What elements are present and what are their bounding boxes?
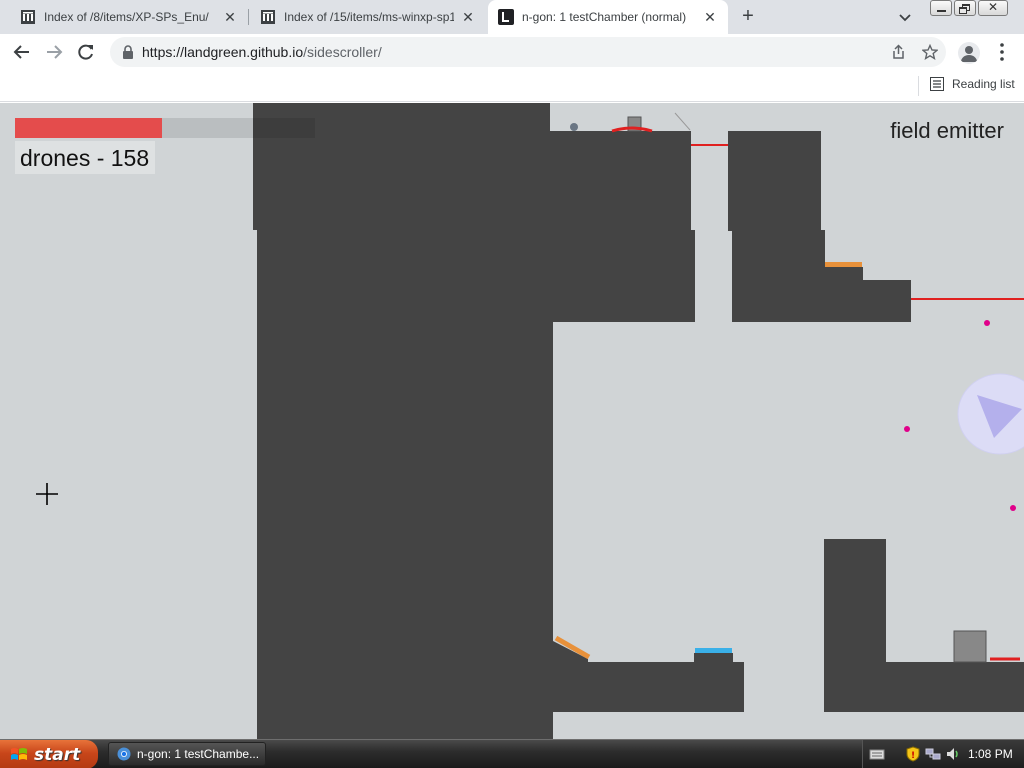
star-icon[interactable] — [922, 44, 938, 60]
close-icon[interactable]: ✕ — [702, 9, 718, 25]
health-bar-fill — [15, 118, 162, 138]
drone — [1010, 505, 1016, 511]
game-canvas[interactable]: drones - 158 field emitter — [0, 103, 1024, 739]
bookmarks-bar: Reading list — [0, 70, 1024, 102]
archive-icon — [260, 9, 276, 25]
game-overlay — [553, 112, 1024, 663]
start-button[interactable]: start — [0, 740, 98, 768]
url-text: https://landgreen.github.io/sidescroller… — [142, 37, 382, 67]
back-icon[interactable] — [12, 42, 32, 62]
crosshair-icon — [36, 483, 58, 505]
window-controls: ✕ — [928, 0, 1008, 16]
blue-pad — [695, 648, 732, 653]
ammo-readout: drones - 158 — [15, 141, 156, 174]
url-path: /sidescroller/ — [303, 44, 382, 60]
drone — [984, 320, 990, 326]
tab-strip: Index of /8/items/XP-SPs_Enu/ ✕ Index of… — [0, 0, 1024, 34]
close-icon[interactable]: ✕ — [460, 9, 476, 25]
restore-button[interactable] — [954, 0, 976, 16]
clock: 1:08 PM — [968, 747, 1013, 761]
taskbar: start n-gon: 1 testChambe... ! 1:08 PM — [0, 739, 1024, 768]
gray-block-right — [953, 630, 987, 663]
tab-title: Index of /15/items/ms-winxp-sp1-1( — [284, 10, 454, 24]
lock-icon[interactable] — [122, 45, 134, 59]
chrome-icon — [117, 747, 131, 761]
tab-winxp-sp1[interactable]: Index of /15/items/ms-winxp-sp1-1( ✕ — [248, 0, 486, 34]
reading-list-label: Reading list — [952, 77, 1015, 91]
close-icon[interactable]: ✕ — [222, 9, 238, 25]
share-icon[interactable] — [890, 44, 906, 60]
archive-icon — [20, 9, 36, 25]
svg-text:!: ! — [911, 751, 915, 761]
gun-name: field emitter — [890, 118, 1004, 143]
landgreen-icon — [498, 9, 514, 25]
mob-dot — [570, 123, 578, 131]
tab-xp-sps[interactable]: Index of /8/items/XP-SPs_Enu/ ✕ — [0, 0, 248, 34]
minimize-button[interactable] — [930, 0, 952, 16]
url-host: https://landgreen.github.io — [142, 44, 304, 60]
orange-pad-upper — [825, 262, 862, 267]
health-bar — [15, 118, 315, 138]
profile-icon[interactable] — [958, 42, 980, 64]
shield-icon[interactable]: ! — [905, 746, 921, 762]
toolbar: https://landgreen.github.io/sidescroller… — [0, 34, 1024, 70]
plus-icon[interactable]: + — [738, 6, 758, 27]
reading-list-icon — [930, 77, 944, 91]
close-button[interactable]: ✕ — [978, 0, 1008, 16]
speaker-icon[interactable] — [945, 746, 961, 762]
start-label: start — [34, 744, 81, 765]
chevron-down-icon[interactable] — [897, 9, 913, 25]
bookmarks-separator — [918, 76, 919, 96]
reading-list-button[interactable]: Reading list — [930, 70, 1015, 98]
reload-icon[interactable] — [76, 42, 96, 62]
taskbar-item-label: n-gon: 1 testChambe... — [137, 747, 260, 761]
tab-title: n-gon: 1 testChamber (normal) — [522, 10, 687, 24]
address-bar[interactable]: https://landgreen.github.io/sidescroller… — [110, 37, 946, 67]
tab-title: Index of /8/items/XP-SPs_Enu/ — [44, 10, 209, 24]
network-icon[interactable] — [925, 746, 941, 762]
forward-icon[interactable] — [44, 42, 64, 62]
drone — [904, 426, 910, 432]
thin-wire — [674, 112, 691, 131]
windows-flag-icon — [11, 747, 27, 760]
tab-ngon[interactable]: n-gon: 1 testChamber (normal) ✕ — [488, 0, 728, 34]
menu-icon[interactable] — [998, 42, 1006, 62]
keyboard-icon[interactable] — [869, 746, 885, 762]
taskbar-item-chrome[interactable]: n-gon: 1 testChambe... — [108, 742, 266, 766]
